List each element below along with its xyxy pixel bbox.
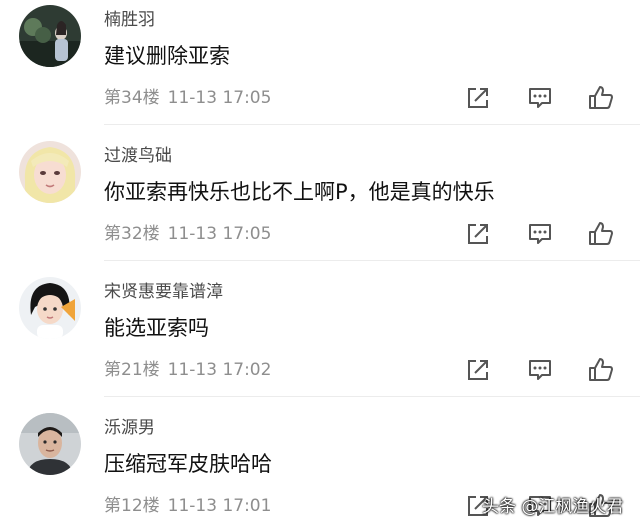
reply-button[interactable] <box>526 84 554 112</box>
timestamp: 11-13 17:02 <box>167 360 272 380</box>
avatar-image <box>19 277 81 339</box>
username[interactable]: 泺源男 <box>104 417 155 439</box>
comment-meta: 第21楼 11-13 17:02 <box>104 359 271 381</box>
share-button[interactable] <box>464 84 492 112</box>
floor-number: 第21楼 <box>104 360 160 380</box>
divider <box>104 260 640 261</box>
divider <box>104 396 640 397</box>
divider <box>104 124 640 125</box>
reply-icon <box>529 360 551 380</box>
watermark: 头条 @江枫渔火君 <box>482 497 624 517</box>
reply-icon <box>529 224 551 244</box>
username[interactable]: 宋贤惠要靠谱漳 <box>104 281 223 303</box>
avatar-image <box>19 141 81 203</box>
share-button[interactable] <box>464 356 492 384</box>
username[interactable]: 过渡鸟础 <box>104 145 172 167</box>
share-icon <box>468 360 488 380</box>
comment-list: 楠胜羽 建议删除亚索 第34楼 11-13 17:05 过渡鸟础 你亚索再快乐也… <box>0 0 640 530</box>
timestamp: 11-13 17:05 <box>167 88 272 108</box>
avatar[interactable] <box>19 141 81 203</box>
share-icon <box>468 224 488 244</box>
comment-item: 楠胜羽 建议删除亚索 第34楼 11-13 17:05 <box>0 0 640 132</box>
avatar[interactable] <box>19 5 81 67</box>
timestamp: 11-13 17:01 <box>167 496 272 516</box>
avatar-image <box>19 5 81 67</box>
like-button[interactable] <box>587 84 615 112</box>
floor-number: 第12楼 <box>104 496 160 516</box>
thumbs-up-icon <box>589 222 613 245</box>
comment-text: 压缩冠军皮肤哈哈 <box>104 452 272 476</box>
reply-button[interactable] <box>526 356 554 384</box>
timestamp: 11-13 17:05 <box>167 224 272 244</box>
share-button[interactable] <box>464 220 492 248</box>
floor-number: 第32楼 <box>104 224 160 244</box>
comment-meta: 第12楼 11-13 17:01 <box>104 495 271 517</box>
thumbs-up-icon <box>589 86 613 109</box>
comment-meta: 第32楼 11-13 17:05 <box>104 223 271 245</box>
username[interactable]: 楠胜羽 <box>104 9 155 31</box>
comment-meta: 第34楼 11-13 17:05 <box>104 87 271 109</box>
avatar[interactable] <box>19 277 81 339</box>
comment-item: 宋贤惠要靠谱漳 能选亚索吗 第21楼 11-13 17:02 <box>0 272 640 404</box>
reply-icon <box>529 88 551 108</box>
like-button[interactable] <box>587 220 615 248</box>
comment-text: 建议删除亚索 <box>104 44 230 68</box>
reply-button[interactable] <box>526 220 554 248</box>
like-button[interactable] <box>587 356 615 384</box>
comment-text: 你亚索再快乐也比不上啊P，他是真的快乐 <box>104 180 495 204</box>
comment-text: 能选亚索吗 <box>104 316 209 340</box>
floor-number: 第34楼 <box>104 88 160 108</box>
avatar-image <box>19 413 81 475</box>
avatar[interactable] <box>19 413 81 475</box>
comment-item: 过渡鸟础 你亚索再快乐也比不上啊P，他是真的快乐 第32楼 11-13 17:05 <box>0 136 640 268</box>
share-icon <box>468 88 488 108</box>
thumbs-up-icon <box>589 358 613 381</box>
